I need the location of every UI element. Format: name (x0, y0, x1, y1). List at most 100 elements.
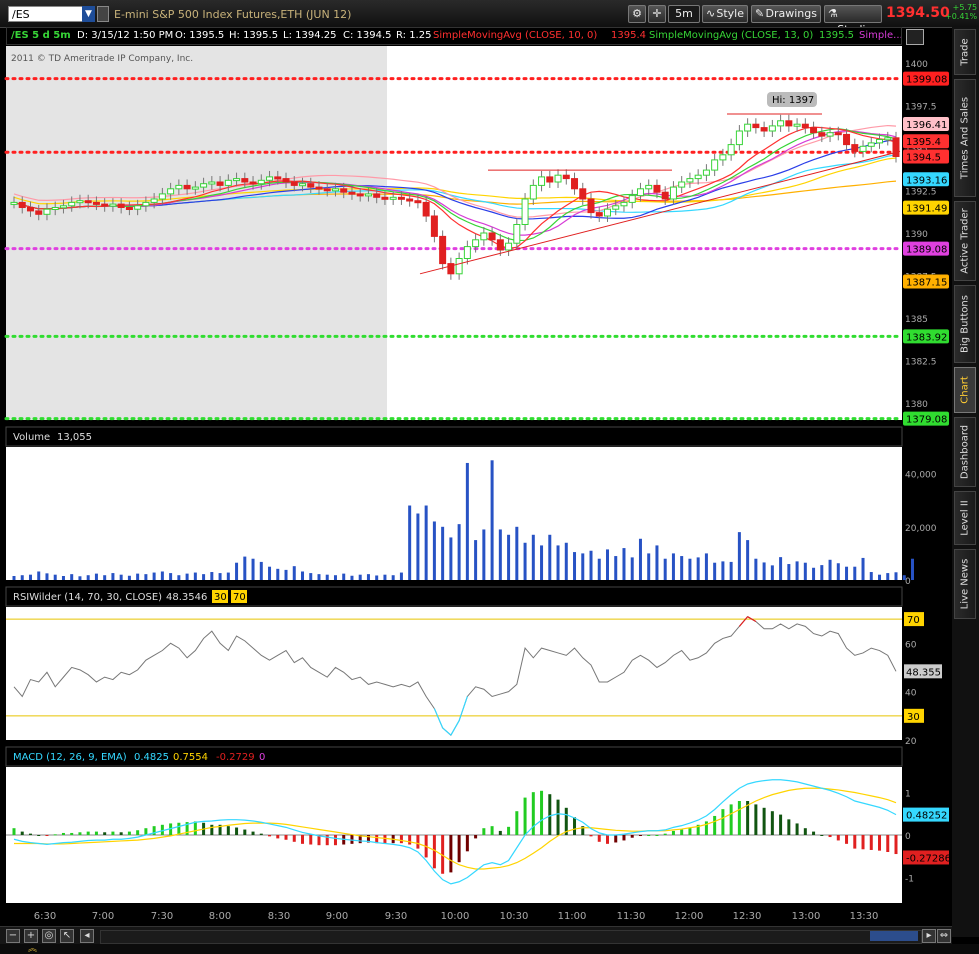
volume-bar[interactable] (770, 565, 774, 580)
zoom-reset-icon[interactable]: ◎ (42, 929, 56, 943)
macd-histogram-bar[interactable] (828, 835, 832, 838)
macd-histogram-bar[interactable] (622, 835, 626, 841)
volume-bar[interactable] (812, 567, 816, 580)
macd-histogram-bar[interactable] (878, 835, 882, 851)
volume-bar[interactable] (861, 557, 865, 580)
volume-bar[interactable] (498, 529, 502, 580)
candle[interactable] (538, 176, 546, 186)
sidebar-tab-live-news[interactable]: Live News (954, 549, 976, 619)
volume-bar[interactable] (111, 573, 115, 580)
candle[interactable] (521, 198, 529, 225)
volume-bar[interactable] (342, 573, 346, 580)
volume-bar[interactable] (136, 573, 140, 580)
volume-bar[interactable] (119, 574, 123, 580)
volume-bar[interactable] (630, 557, 634, 580)
candle[interactable] (496, 239, 504, 251)
volume-bar[interactable] (523, 542, 527, 580)
macd-histogram-bar[interactable] (869, 835, 873, 850)
sidebar-tab-big-buttons[interactable]: Big Buttons (954, 285, 976, 363)
macd-histogram-bar[interactable] (482, 828, 486, 835)
macd-histogram-bar[interactable] (119, 832, 123, 835)
volume-bar[interactable] (350, 575, 354, 580)
volume-bar[interactable] (28, 574, 32, 580)
candle[interactable] (125, 207, 133, 210)
volume-bar[interactable] (45, 573, 49, 580)
volume-bar[interactable] (127, 575, 131, 580)
volume-bar[interactable] (276, 568, 280, 580)
candle[interactable] (513, 224, 521, 244)
volume-bar[interactable] (333, 575, 337, 580)
candle[interactable] (101, 203, 109, 207)
candle[interactable] (488, 232, 496, 241)
volume-bar[interactable] (507, 534, 511, 580)
volume-bar[interactable] (325, 574, 329, 580)
volume-bar[interactable] (737, 532, 741, 580)
candle[interactable] (26, 207, 34, 212)
volume-bar[interactable] (268, 566, 272, 580)
macd-histogram-bar[interactable] (605, 835, 609, 844)
volume-bar[interactable] (869, 572, 873, 580)
volume-bar[interactable] (820, 565, 824, 580)
volume-bar[interactable] (647, 553, 651, 580)
macd-histogram-bar[interactable] (53, 834, 57, 836)
volume-bar[interactable] (226, 572, 230, 580)
macd-histogram-bar[interactable] (630, 835, 634, 838)
volume-bar[interactable] (713, 562, 717, 580)
volume-bar[interactable] (70, 574, 74, 580)
candle[interactable] (158, 193, 166, 200)
volume-bar[interactable] (317, 574, 321, 580)
macd-histogram-bar[interactable] (333, 835, 337, 846)
candle[interactable] (620, 201, 628, 207)
volume-bar[interactable] (399, 572, 403, 580)
macd-histogram-bar[interactable] (136, 830, 140, 835)
macd-histogram-bar[interactable] (408, 835, 412, 845)
macd-histogram-bar[interactable] (573, 817, 577, 835)
macd-histogram-bar[interactable] (589, 835, 593, 837)
macd-histogram-bar[interactable] (127, 831, 131, 835)
candle[interactable] (68, 201, 76, 207)
candle[interactable] (702, 169, 710, 176)
candle[interactable] (348, 191, 356, 195)
candle[interactable] (579, 188, 587, 200)
volume-bar[interactable] (754, 558, 758, 580)
candle[interactable] (92, 201, 100, 205)
volume-bar[interactable] (53, 574, 57, 580)
candle[interactable] (801, 123, 809, 129)
volume-bar[interactable] (803, 562, 807, 580)
candle[interactable] (636, 188, 644, 197)
volume-bar[interactable] (680, 556, 684, 580)
candle[interactable] (777, 120, 785, 127)
macd-histogram-bar[interactable] (886, 835, 890, 852)
volume-bar[interactable] (366, 574, 370, 580)
candle[interactable] (76, 200, 84, 204)
candle[interactable] (760, 127, 768, 132)
candle[interactable] (109, 203, 117, 207)
volume-bar[interactable] (301, 571, 305, 580)
candle[interactable] (422, 201, 430, 217)
candle[interactable] (463, 246, 471, 260)
candle[interactable] (603, 208, 611, 217)
volume-bar[interactable] (169, 573, 173, 580)
volume-bar[interactable] (597, 558, 601, 580)
macd-histogram-bar[interactable] (284, 835, 288, 840)
volume-bar[interactable] (894, 572, 898, 580)
macd-histogram-bar[interactable] (820, 835, 824, 836)
macd-histogram-bar[interactable] (78, 832, 82, 835)
candle[interactable] (216, 181, 224, 186)
volume-bar[interactable] (449, 537, 453, 580)
candle[interactable] (843, 133, 851, 146)
volume-bar[interactable] (309, 573, 313, 580)
macd-histogram-bar[interactable] (28, 833, 32, 835)
volume-bar[interactable] (12, 576, 16, 580)
volume-bar[interactable] (457, 524, 461, 580)
candle[interactable] (299, 183, 307, 187)
macd-histogram-bar[interactable] (861, 835, 865, 850)
macd-histogram-bar[interactable] (457, 835, 461, 863)
volume-bar[interactable] (20, 575, 24, 580)
scroll-left-icon[interactable]: ◂ (80, 929, 94, 943)
volume-bar[interactable] (910, 558, 914, 580)
volume-bar[interactable] (482, 529, 486, 580)
candle[interactable] (331, 188, 339, 192)
candle[interactable] (150, 198, 158, 203)
volume-bar[interactable] (573, 552, 577, 580)
